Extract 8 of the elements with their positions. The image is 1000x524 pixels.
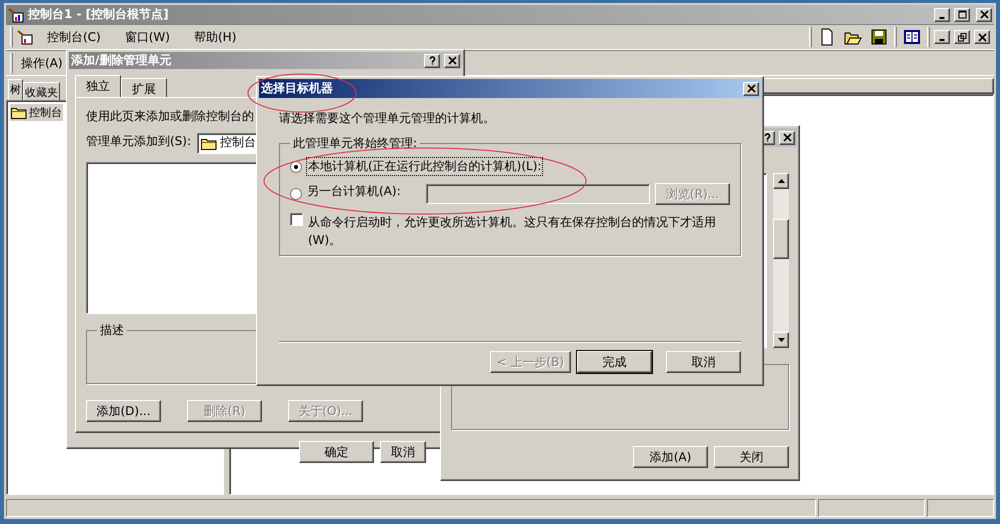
group-label: 此管理单元将始终管理: — [292, 135, 418, 152]
add-to-label: 管理单元添加到(S): — [86, 133, 192, 150]
prompt-text: 请选择需要这个管理单元管理的计算机。 — [279, 110, 495, 127]
dialog-title: 选择目标机器 — [261, 80, 334, 97]
dialog-title: 添加/删除管理单元 — [71, 52, 172, 69]
window-title: 控制台1 - [控制台根节点] — [28, 6, 170, 23]
intro-text: 使用此页来添加或删除控制台的 — [86, 108, 254, 125]
group-label: 描述 — [99, 322, 125, 339]
